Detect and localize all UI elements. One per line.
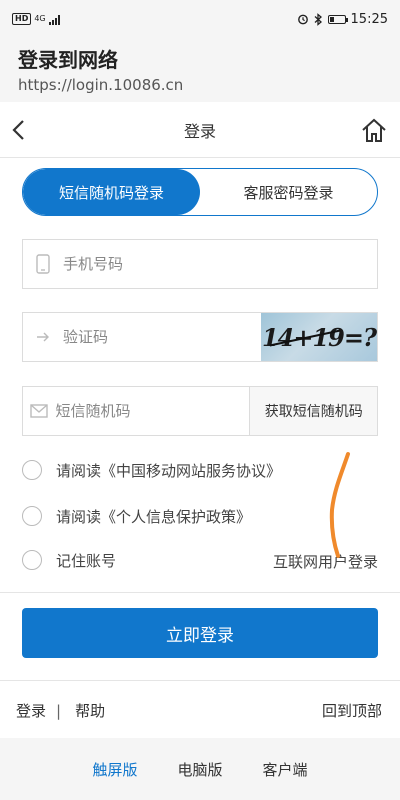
bluetooth-icon [314,12,322,26]
pc-version-link[interactable]: 电脑版 [177,759,222,780]
divider [0,592,400,593]
captcha-image[interactable]: 14+19=? [261,313,377,361]
remember-account-radio[interactable] [22,550,42,570]
login-now-button[interactable]: 立即登录 [22,608,378,658]
remember-account-label[interactable]: 记住账号 [56,550,116,571]
home-icon[interactable] [360,116,388,144]
sms-code-field: 获取短信随机码 [22,386,378,436]
login-method-tabs: 短信随机码登录 客服密码登录 [22,168,378,216]
agree-privacy-row[interactable]: 请阅读《个人信息保护政策》 [22,503,251,529]
sms-code-input[interactable] [55,387,250,435]
tab-sms-login[interactable]: 短信随机码登录 [23,169,200,215]
mail-icon [23,404,55,418]
tab-password-login[interactable]: 客服密码登录 [200,169,377,215]
agree-privacy-radio[interactable] [22,506,42,526]
status-right: 15:25 [297,12,388,27]
footer-help-link[interactable]: 帮助 [75,700,105,721]
network-type: 4G [34,14,46,23]
alarm-icon [297,14,308,25]
browser-title-bar: 登录到网络 https://login.10086.cn [0,38,400,102]
agree-service-radio[interactable] [22,460,42,480]
footer-login-link[interactable]: 登录 [16,700,46,721]
page-url[interactable]: https://login.10086.cn [18,74,382,96]
status-bar: HD 4G 15:25 [0,0,400,38]
client-version-link[interactable]: 客户端 [263,759,308,780]
touch-version-link[interactable]: 触屏版 [92,759,137,780]
agree-service-row[interactable]: 请阅读《中国移动网站服务协议》 [22,457,281,483]
back-to-top-link[interactable]: 回到顶部 [322,700,382,721]
divider [0,680,400,681]
page-title: 登录到网络 [18,48,118,72]
phone-icon [23,254,63,274]
hd-icon: HD [12,13,32,25]
nav-title: 登录 [183,121,216,141]
battery-icon [327,14,348,24]
version-switcher: 触屏版 电脑版 客户端 [0,738,400,800]
footer-links: 登录 | 帮助 [16,700,105,721]
agree-service-label[interactable]: 请阅读《中国移动网站服务协议》 [56,460,281,481]
status-left: HD 4G [12,13,60,25]
nav-bar: 登录 [0,102,400,158]
captcha-input[interactable] [63,313,261,361]
captcha-field: 14+19=? [22,312,378,362]
phone-field [22,239,378,289]
back-arrow-icon[interactable] [8,116,32,144]
remember-account-row[interactable]: 记住账号 [22,547,116,573]
arrow-right-icon [23,331,63,343]
signal-icon [48,13,60,25]
get-sms-code-button[interactable]: 获取短信随机码 [249,387,377,435]
captcha-text: 14+19=? [261,322,377,352]
clock: 15:25 [350,11,388,27]
footer-separator: | [56,701,62,720]
phone-input[interactable] [63,240,377,288]
internet-user-login-link[interactable]: 互联网用户登录 [273,549,378,575]
agree-privacy-label[interactable]: 请阅读《个人信息保护政策》 [56,506,251,527]
orange-scribble [329,452,350,558]
